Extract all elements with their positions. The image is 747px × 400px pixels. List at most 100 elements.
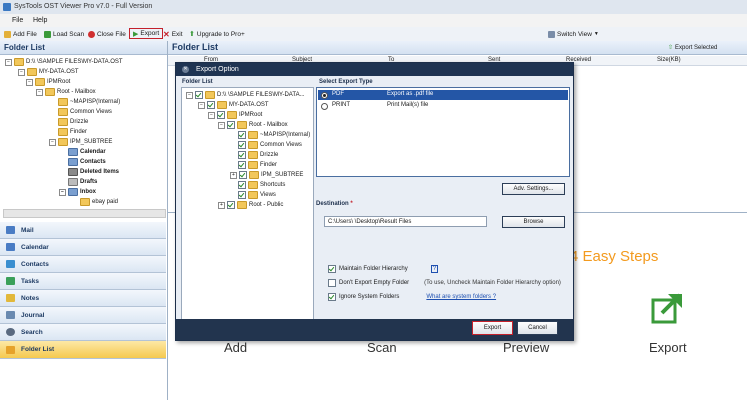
dlg-tree-item-path[interactable]: − D:\\ \SAMPLE FILES\MY-DATA... xyxy=(186,91,305,99)
tree-item-ipm-subtree[interactable]: − IPM_SUBTREE xyxy=(49,138,112,146)
step-add: Add xyxy=(224,340,248,355)
tree-checkbox[interactable] xyxy=(227,201,235,209)
dlg-tree-item-ost[interactable]: − MY-DATA.OST xyxy=(198,101,269,109)
option-ignore-system[interactable]: Ignore System Folders What are system fo… xyxy=(328,293,496,301)
dlg-tree-item-views[interactable]: Views xyxy=(238,191,276,199)
help-icon[interactable]: ? xyxy=(430,265,439,273)
tree-item-calendar[interactable]: Calendar xyxy=(68,148,106,156)
collapse-icon[interactable]: − xyxy=(36,88,43,96)
tree-item-ipmroot[interactable]: − IPMRoot xyxy=(26,78,70,86)
tree-item-contacts[interactable]: Contacts xyxy=(68,158,106,166)
tree-item-common-views[interactable]: Common Views xyxy=(58,108,112,116)
adv-settings-button[interactable]: Adv. Settings... xyxy=(502,183,565,195)
exit-x-icon: ✕ xyxy=(163,29,170,39)
dlg-tree-item-finder[interactable]: Finder xyxy=(238,161,277,169)
upgrade-button[interactable]: ⬆ Upgrade to Pro+ xyxy=(189,29,245,39)
tree-label: D:\\ \SAMPLE FILES\MY-DATA... xyxy=(217,92,305,98)
tree-item-finder[interactable]: Finder xyxy=(58,128,87,136)
dlg-tree-item-root-mailbox[interactable]: − Root - Mailbox xyxy=(218,121,288,129)
nav-folder-list[interactable]: Folder List xyxy=(0,341,166,359)
nav-label: Contacts xyxy=(21,260,49,268)
dialog-export-button[interactable]: Export xyxy=(472,321,513,335)
nav-search[interactable]: Search xyxy=(0,324,166,341)
print-radio[interactable] xyxy=(321,103,328,110)
collapse-icon[interactable]: − xyxy=(18,68,25,76)
tree-checkbox[interactable] xyxy=(207,101,215,109)
export-type-pdf[interactable]: PDF Export as .pdf file xyxy=(318,90,568,100)
export-type-print[interactable]: PRINT Print Mail(s) file xyxy=(318,101,568,111)
tree-item-root-mailbox[interactable]: − Root - Mailbox xyxy=(36,88,96,96)
browse-button[interactable]: Browse xyxy=(502,216,565,228)
tree-checkbox[interactable] xyxy=(238,131,246,139)
tree-checkbox[interactable] xyxy=(227,121,235,129)
nav-mail[interactable]: Mail xyxy=(0,222,166,239)
nav-calendar[interactable]: Calendar xyxy=(0,239,166,256)
tree-item-ost-path[interactable]: − D:\\ \SAMPLE FILES\MY-DATA.OST xyxy=(5,58,123,66)
tree-item-deleted-items[interactable]: Deleted Items xyxy=(68,168,119,176)
inbox-icon xyxy=(68,188,78,196)
collapse-icon[interactable]: − xyxy=(5,58,12,66)
dont-export-empty-checkbox[interactable] xyxy=(328,279,336,287)
option-maintain-hierarchy[interactable]: Maintain Folder Hierarchy ? xyxy=(328,265,439,273)
tree-checkbox[interactable] xyxy=(239,171,247,179)
dlg-tree-item-root-public[interactable]: + Root - Public xyxy=(218,201,283,209)
destination-input[interactable]: C:\Users\ \Desktop\Result Files xyxy=(324,216,487,227)
tree-checkbox[interactable] xyxy=(238,191,246,199)
collapse-icon[interactable]: − xyxy=(26,78,33,86)
tree-checkbox[interactable] xyxy=(238,181,246,189)
dlg-tree-item-ipmroot[interactable]: − IPMRoot xyxy=(208,111,262,119)
collapse-icon[interactable]: − xyxy=(208,111,215,119)
menu-bar: File Help xyxy=(0,14,747,28)
nav-contacts[interactable]: Contacts xyxy=(0,256,166,273)
journal-icon xyxy=(6,311,15,319)
tree-checkbox[interactable] xyxy=(238,151,246,159)
maintain-hierarchy-checkbox[interactable] xyxy=(328,265,336,273)
switch-view-button[interactable]: Switch View ▼ xyxy=(548,29,599,39)
tree-item-drafts[interactable]: Drafts xyxy=(68,178,97,186)
add-file-button[interactable]: Add File xyxy=(4,29,37,39)
dlg-tree-item-common-views[interactable]: Common Views xyxy=(238,141,302,149)
pdf-radio[interactable] xyxy=(321,92,328,99)
load-scan-button[interactable]: Load Scan xyxy=(44,29,84,39)
menu-help[interactable]: Help xyxy=(33,17,47,24)
menu-file[interactable]: File xyxy=(12,17,23,24)
nav-journal[interactable]: Journal xyxy=(0,307,166,324)
expand-icon[interactable]: + xyxy=(230,171,237,179)
tree-item-mapisp[interactable]: ~MAPISP(Internal) xyxy=(58,98,120,106)
collapse-icon[interactable]: − xyxy=(198,101,205,109)
system-folders-link[interactable]: What are system folders ? xyxy=(426,294,496,300)
tree-item-drizzle[interactable]: Drizzle xyxy=(58,118,88,126)
export-button[interactable]: ▶ Export xyxy=(129,28,164,39)
dlg-tree-item-mapisp[interactable]: ~MAPISP(Internal) xyxy=(238,131,310,139)
option-dont-export-empty[interactable]: Don't Export Empty Folder (To use, Unche… xyxy=(328,279,561,287)
tree-checkbox[interactable] xyxy=(238,141,246,149)
collapse-icon[interactable]: − xyxy=(59,188,66,196)
print-type-name: PRINT xyxy=(332,102,350,108)
collapse-icon[interactable]: − xyxy=(218,121,225,129)
dlg-tree-item-shortcuts[interactable]: Shortcuts xyxy=(238,181,285,189)
column-size[interactable]: Size(KB) xyxy=(657,57,681,63)
expand-icon[interactable]: + xyxy=(218,201,225,209)
nav-tasks[interactable]: Tasks xyxy=(0,273,166,290)
tree-checkbox[interactable] xyxy=(195,91,203,99)
collapse-icon[interactable]: − xyxy=(186,91,193,99)
tree-item-ost[interactable]: − MY-DATA.OST xyxy=(18,68,79,76)
collapse-icon[interactable]: − xyxy=(49,138,56,146)
folder-icon xyxy=(248,191,258,199)
exit-button[interactable]: ✕ Exit xyxy=(163,29,183,39)
tree-checkbox[interactable] xyxy=(238,161,246,169)
dlg-tree-item-ipm-subtree[interactable]: + IPM_SUBTREE xyxy=(230,171,303,179)
dialog-cancel-button[interactable]: Cancel xyxy=(517,321,558,335)
dlg-tree-item-drizzle[interactable]: Drizzle xyxy=(238,151,278,159)
calendar-icon xyxy=(6,243,15,251)
tree-label: ~MAPISP(Internal) xyxy=(70,99,121,105)
nav-notes[interactable]: Notes xyxy=(0,290,166,307)
left-horizontal-scrollbar[interactable] xyxy=(3,209,166,218)
export-selected-button[interactable]: ⇧ Export Selected xyxy=(668,44,717,52)
dialog-close-icon[interactable]: ✕ xyxy=(182,66,189,73)
tree-checkbox[interactable] xyxy=(217,111,225,119)
ignore-system-checkbox[interactable] xyxy=(328,293,336,301)
tree-item-ebay-paid[interactable]: ebay paid xyxy=(80,198,118,206)
tree-item-inbox[interactable]: − Inbox xyxy=(59,188,96,196)
close-file-button[interactable]: Close File xyxy=(88,29,126,39)
